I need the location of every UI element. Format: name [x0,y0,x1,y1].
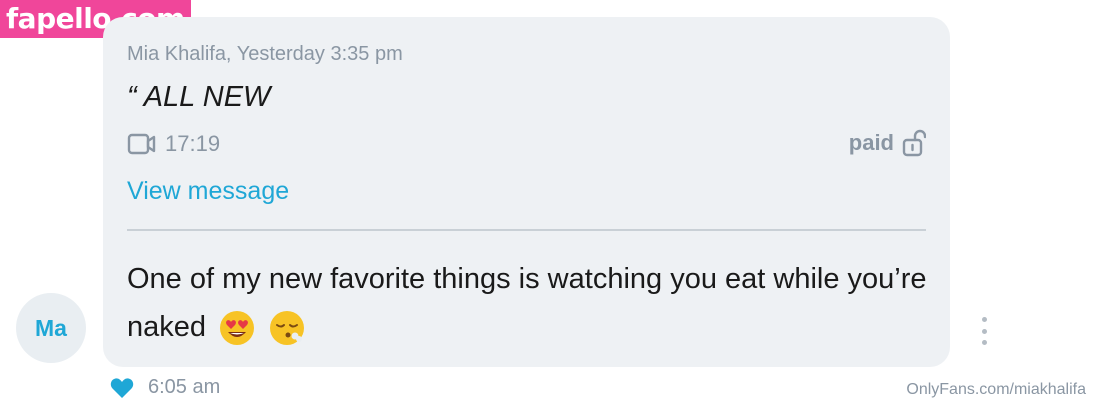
message-meta: Mia Khalifa, Yesterday 3:35 pm [127,43,403,65]
paid-indicator: paid [849,129,926,157]
more-options-icon[interactable] [974,317,994,345]
unlock-icon [902,129,926,157]
face-exhaling-emoji [270,311,305,346]
heart-eyes-emoji [220,311,255,346]
message-bubble: Mia Khalifa, Yesterday 3:35 pm “ ALL NEW… [103,17,950,367]
heart-icon[interactable] [110,377,134,399]
quoted-message-text: “ ALL NEW [127,81,271,113]
video-camera-icon [127,133,156,155]
source-attribution: OnlyFans.com/miakhalifa [906,381,1086,398]
chat-page: fapello.com Ma Mia Khalifa, Yesterday 3:… [0,0,1098,412]
view-message-link[interactable]: View message [127,177,289,206]
paid-label: paid [848,130,894,155]
message-footer: 6:05 am [110,376,220,399]
video-duration: 17:19 [165,131,221,156]
avatar[interactable]: Ma [16,293,86,363]
message-time: 6:05 am [148,376,221,398]
media-info: 17:19 [127,131,220,157]
divider [127,229,926,231]
message-body: One of my new favorite things is watchin… [127,255,927,351]
